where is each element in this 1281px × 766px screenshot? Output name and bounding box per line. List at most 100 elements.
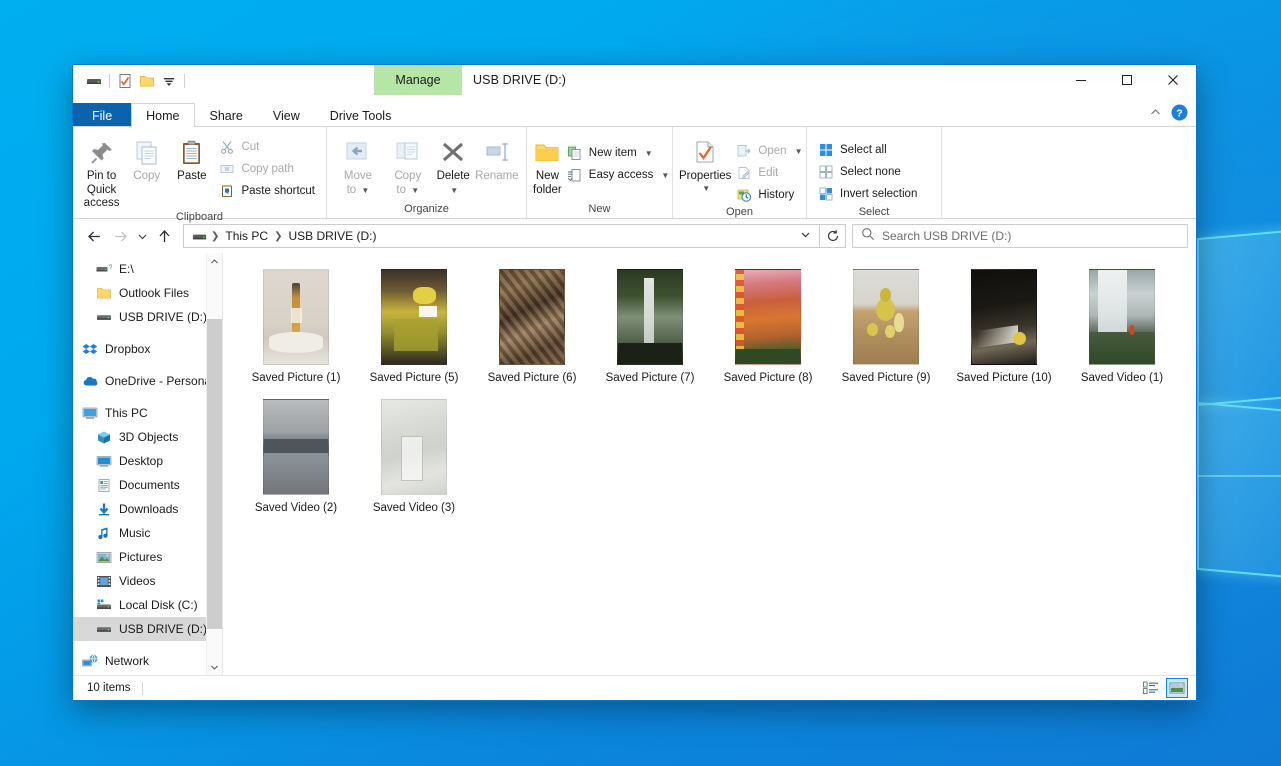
delete-button[interactable]: Delete▼ <box>433 132 474 197</box>
scroll-down-arrow-icon[interactable] <box>207 659 222 675</box>
properties-icon <box>691 136 719 170</box>
copy-path-button[interactable]: W Copy path <box>214 158 320 180</box>
sidebar-item-e[interactable]: ?E:\ <box>73 257 222 281</box>
address-dropdown-icon[interactable] <box>795 229 815 243</box>
properties-button[interactable]: Properties ▼ <box>679 132 731 193</box>
sidebar-item-dropbox[interactable]: Dropbox <box>73 337 222 361</box>
recent-locations-chevron-icon[interactable] <box>133 223 151 249</box>
chevron-down-icon[interactable]: ▼ <box>661 171 669 180</box>
file-thumbnail <box>381 399 447 495</box>
breadcrumb-bar[interactable]: ❯ This PC ❯ USB DRIVE (D:) <box>183 224 820 248</box>
ribbon-group-select: Select all Select none <box>807 127 942 218</box>
help-icon[interactable]: ? <box>1171 104 1188 126</box>
tab-drive-tools[interactable]: Drive Tools <box>315 103 407 127</box>
search-input[interactable]: Search USB DRIVE (D:) <box>852 224 1188 248</box>
history-button[interactable]: History <box>731 184 807 206</box>
large-icons-view-button[interactable] <box>1166 678 1188 698</box>
copy-button[interactable]: Copy <box>124 132 169 184</box>
edit-button[interactable]: Edit <box>731 162 807 184</box>
customize-qat-icon[interactable] <box>158 70 180 92</box>
file-list-pane[interactable]: Saved Picture (1)Saved Picture (5)Saved … <box>223 253 1196 675</box>
open-button[interactable]: Open ▼ <box>731 140 807 162</box>
maximize-button[interactable] <box>1104 65 1150 95</box>
file-tile[interactable]: Saved Picture (6) <box>473 263 591 393</box>
new-item-button[interactable]: New item ▼ <box>562 142 674 164</box>
copy-to-button[interactable]: Copyto ▼ <box>383 132 433 197</box>
sidebar-item-3d-objects[interactable]: 3D Objects <box>73 425 222 449</box>
sidebar-item-onedrive-personal[interactable]: OneDrive - Personal <box>73 369 222 393</box>
select-all-button[interactable]: Select all <box>813 139 922 161</box>
file-tile[interactable]: Saved Picture (7) <box>591 263 709 393</box>
paste-shortcut-button[interactable]: Paste shortcut <box>214 180 320 202</box>
file-thumbnail <box>971 269 1037 365</box>
file-tile[interactable]: Saved Picture (9) <box>827 263 945 393</box>
rename-button[interactable]: Rename <box>474 132 520 184</box>
tab-share[interactable]: Share <box>195 103 258 127</box>
pin-to-quick-access-button[interactable]: Pin to Quickaccess <box>79 132 124 211</box>
tab-file[interactable]: File <box>73 103 131 127</box>
sidebar-item-downloads[interactable]: Downloads <box>73 497 222 521</box>
window-title: USB DRIVE (D:) <box>473 65 566 95</box>
sidebar-item-this-pc[interactable]: This PC <box>73 401 222 425</box>
file-tile[interactable]: Saved Video (2) <box>237 393 355 523</box>
file-tile[interactable]: Saved Picture (10) <box>945 263 1063 393</box>
onedrive-icon <box>81 373 98 389</box>
file-tile[interactable]: Saved Video (3) <box>355 393 473 523</box>
breadcrumb-separator[interactable]: ❯ <box>210 231 220 242</box>
chevron-down-icon[interactable]: ▼ <box>795 147 803 156</box>
sidebar-item-music[interactable]: Music <box>73 521 222 545</box>
file-name-label: Saved Picture (5) <box>358 371 470 386</box>
new-folder-button[interactable]: Newfolder <box>533 132 562 197</box>
main-area: ?E:\Outlook FilesUSB DRIVE (D:)DropboxOn… <box>73 253 1196 675</box>
close-button[interactable] <box>1150 65 1196 95</box>
pictures-icon <box>95 549 112 565</box>
breadcrumb-separator[interactable]: ❯ <box>273 231 283 242</box>
properties-icon[interactable] <box>114 70 136 92</box>
sidebar-item-pictures[interactable]: Pictures <box>73 545 222 569</box>
sidebar-item-desktop[interactable]: Desktop <box>73 449 222 473</box>
sidebar-item-documents[interactable]: Documents <box>73 473 222 497</box>
tab-home[interactable]: Home <box>131 103 194 127</box>
invert-selection-button[interactable]: Invert selection <box>813 183 922 205</box>
sidebar-item-usb-drive-d[interactable]: USB DRIVE (D:) <box>73 305 222 329</box>
chevron-down-icon[interactable]: ▼ <box>645 149 653 158</box>
new-folder-icon[interactable] <box>136 70 158 92</box>
sidebar-item-network[interactable]: Network <box>73 649 222 673</box>
select-all-label: Select all <box>840 144 887 156</box>
wallpaper-logo-seam <box>1197 475 1281 477</box>
minimize-button[interactable] <box>1058 65 1104 95</box>
tab-view[interactable]: View <box>258 103 315 127</box>
details-view-button[interactable] <box>1140 678 1162 698</box>
sidebar-item-local-disk-c[interactable]: Local Disk (C:) <box>73 593 222 617</box>
breadcrumb-item-usb-drive[interactable]: USB DRIVE (D:) <box>283 229 381 243</box>
sidebar-item-label: Desktop <box>119 454 163 468</box>
paste-button[interactable]: Paste <box>169 132 214 184</box>
back-arrow-icon[interactable] <box>81 223 107 249</box>
copy-path-label: Copy path <box>241 163 293 175</box>
nav-group-gap <box>73 329 222 337</box>
sidebar-item-usb-drive-d[interactable]: USB DRIVE (D:) <box>73 617 222 641</box>
forward-arrow-icon[interactable] <box>107 223 133 249</box>
cut-label: Cut <box>241 141 259 153</box>
cut-button[interactable]: Cut <box>214 136 320 158</box>
file-tile[interactable]: Saved Picture (8) <box>709 263 827 393</box>
breadcrumb-item-this-pc[interactable]: This PC <box>220 229 273 243</box>
sidebar-item-label: Network <box>105 654 149 668</box>
chevron-down-icon[interactable]: ▼ <box>702 184 710 193</box>
sidebar-item-outlook-files[interactable]: Outlook Files <box>73 281 222 305</box>
file-tile[interactable]: Saved Picture (1) <box>237 263 355 393</box>
select-none-button[interactable]: Select none <box>813 161 922 183</box>
scrollbar-thumb[interactable] <box>207 319 222 629</box>
file-tile[interactable]: Saved Picture (5) <box>355 263 473 393</box>
sidebar-item-videos[interactable]: Videos <box>73 569 222 593</box>
file-tile[interactable]: Saved Video (1) <box>1063 263 1181 393</box>
collapse-ribbon-icon[interactable] <box>1149 106 1162 124</box>
easy-access-button[interactable]: Easy access ▼ <box>562 164 674 186</box>
navigation-scrollbar[interactable] <box>206 253 222 675</box>
scroll-up-arrow-icon[interactable] <box>207 253 222 269</box>
open-icon <box>736 143 752 159</box>
up-arrow-icon[interactable] <box>151 223 177 249</box>
drive-icon[interactable] <box>83 70 105 92</box>
refresh-icon[interactable] <box>820 224 846 248</box>
move-to-button[interactable]: Moveto ▼ <box>333 132 383 197</box>
